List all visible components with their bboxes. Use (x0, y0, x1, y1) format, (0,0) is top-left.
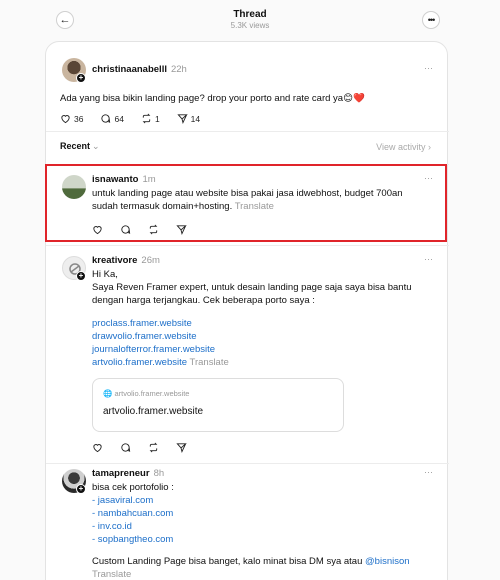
reply-actions (92, 442, 187, 453)
more-options-button[interactable]: ••• (422, 11, 440, 29)
comment-icon (121, 443, 131, 452)
link-title: artvolio.framer.website (103, 406, 204, 417)
share-button[interactable] (176, 442, 187, 453)
view-activity-link[interactable]: View activity › (376, 142, 431, 152)
share-count: 14 (190, 113, 201, 124)
reply-body: Saya Reven Framer expert, untuk desain l… (92, 282, 412, 306)
reply-greeting: Hi Ka, (92, 269, 118, 280)
portfolio-link[interactable]: - nambahcuan.com (92, 507, 432, 520)
username[interactable]: christinaanabelll (92, 64, 167, 75)
username[interactable]: tamapreneur (92, 468, 150, 479)
like-button[interactable] (92, 442, 103, 453)
portfolio-link[interactable]: drawvolio.framer.website (92, 330, 422, 343)
reply-count: 64 (114, 113, 124, 124)
username[interactable]: kreativore (92, 255, 137, 266)
repost-icon (142, 113, 151, 124)
link-domain: 🌐 artvolio.framer.website (103, 389, 189, 398)
share-button[interactable]: 14 (177, 113, 200, 124)
thread-card: + christinaanabelll 22h ··· Ada yang bisa… (45, 41, 449, 580)
comment-icon (101, 114, 111, 123)
reply-text: Hi Ka, Saya Reven Framer expert, untuk d… (92, 268, 422, 369)
portfolio-link[interactable]: - inv.co.id (92, 520, 432, 533)
repost-count: 1 (154, 113, 160, 124)
reply-item: + tamapreneur 8h ··· bisa cek portofolio … (46, 464, 449, 580)
ellipsis-icon: ••• (427, 15, 436, 25)
timestamp: 22h (170, 64, 187, 75)
divider (46, 131, 449, 132)
timestamp: 26m (141, 255, 160, 266)
reply-text: bisa cek portofolio : - jasaviral.com - … (92, 481, 432, 580)
post-menu-icon[interactable]: ··· (424, 467, 433, 477)
repost-icon (149, 442, 158, 453)
repost-button[interactable]: 1 (141, 113, 160, 124)
repost-button[interactable] (148, 442, 159, 453)
reply-author[interactable]: tamapreneur 8h (92, 468, 164, 479)
like-button[interactable]: 36 (60, 113, 83, 124)
post-text: Ada yang bisa bikin landing page? drop y… (60, 93, 365, 104)
thread-header: ← Thread 5.3K views ••• (0, 0, 500, 40)
post-menu-icon[interactable]: ··· (424, 254, 433, 264)
post-author[interactable]: christinaanabelll 22h (92, 64, 187, 75)
portfolio-link[interactable]: artvolio.framer.website (92, 357, 187, 368)
highlight-box (45, 164, 447, 242)
timestamp: 8h (153, 468, 165, 479)
send-icon (176, 443, 187, 453)
post-actions: 36 64 1 14 (60, 113, 200, 124)
like-count: 36 (74, 113, 84, 124)
heart-icon (61, 115, 70, 124)
sort-label: Recent (60, 141, 91, 151)
portfolio-link[interactable]: proclass.framer.website (92, 317, 422, 330)
reply-author[interactable]: kreativore 26m (92, 255, 160, 266)
follow-plus-icon[interactable]: + (76, 484, 86, 494)
link-domain-text: artvolio.framer.website (114, 389, 190, 398)
portfolio-link[interactable]: - jasaviral.com (92, 494, 432, 507)
sort-dropdown[interactable]: Recent ⌄ (60, 141, 100, 152)
reply-body: Custom Landing Page bisa banget, kalo mi… (92, 556, 363, 567)
follow-plus-icon[interactable]: + (76, 73, 86, 83)
link-preview-card[interactable]: 🌐 artvolio.framer.website artvolio.frame… (92, 378, 344, 432)
mention-link[interactable]: @bisnison (365, 556, 410, 567)
reply-button[interactable] (120, 442, 131, 453)
heart-icon (93, 444, 102, 453)
translate-link[interactable]: Translate (190, 357, 229, 368)
chevron-down-icon: ⌄ (92, 141, 100, 151)
reply-button[interactable]: 64 (100, 113, 124, 124)
reply-intro: bisa cek portofolio : (92, 482, 174, 493)
portfolio-link[interactable]: - sopbangtheo.com (92, 533, 432, 546)
reply-item: + kreativore 26m ··· Hi Ka, Saya Reven Fr… (46, 246, 449, 461)
translate-link[interactable]: Translate (92, 568, 432, 580)
follow-plus-icon[interactable]: + (76, 271, 86, 281)
send-icon (177, 114, 188, 124)
post-menu-icon[interactable]: ··· (424, 63, 433, 73)
globe-icon: 🌐 (103, 389, 113, 398)
portfolio-link[interactable]: journalofterror.framer.website (92, 343, 422, 356)
